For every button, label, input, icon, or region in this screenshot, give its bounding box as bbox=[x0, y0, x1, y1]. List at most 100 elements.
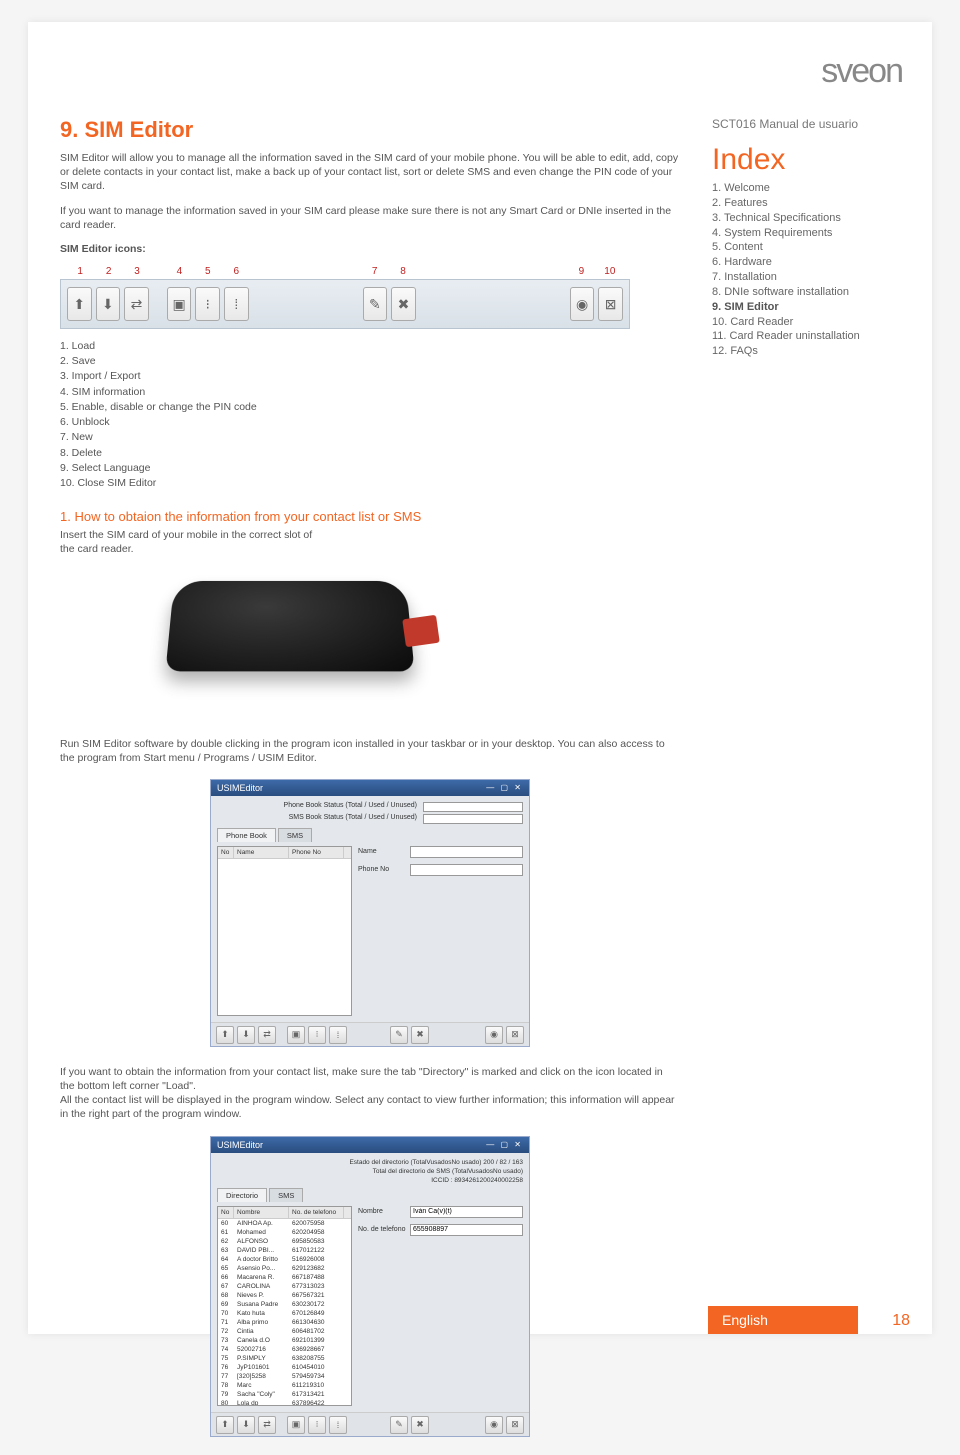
sim-info-icon: ▣ bbox=[167, 287, 192, 321]
pin-icon: ⁝ bbox=[308, 1026, 326, 1044]
name-field bbox=[410, 1206, 523, 1218]
language-icon: ◉ bbox=[485, 1416, 503, 1434]
legend-item: 5. Enable, disable or change the PIN cod… bbox=[60, 400, 680, 415]
unblock-icon: ⁞ bbox=[329, 1416, 347, 1434]
close-icon: ⊠ bbox=[506, 1026, 524, 1044]
toolbar-icons: ⬆ ⬇ ⇄ ▣ ⁝ ⁞ ✎ ✖ ◉ ⊠ bbox=[60, 279, 630, 329]
save-icon: ⬇ bbox=[237, 1026, 255, 1044]
obtain-info-text: If you want to obtain the information fr… bbox=[60, 1065, 680, 1122]
legend-item: 1. Load bbox=[60, 339, 680, 354]
legend-item: 9. Select Language bbox=[60, 461, 680, 476]
table-row: 76JyP101601610454010 bbox=[218, 1363, 351, 1372]
col-name: Nombre bbox=[234, 1207, 289, 1218]
new-icon: ✎ bbox=[363, 287, 388, 321]
sim-info-icon: ▣ bbox=[287, 1416, 305, 1434]
index-item[interactable]: 9. SIM Editor bbox=[712, 300, 902, 315]
table-row: 72Cintia606481702 bbox=[218, 1327, 351, 1336]
icon-num-4: 4 bbox=[165, 266, 193, 277]
legend-item: 8. Delete bbox=[60, 446, 680, 461]
main-content: 9. SIM Editor SIM Editor will allow you … bbox=[60, 117, 680, 1455]
index-item[interactable]: 3. Technical Specifications bbox=[712, 211, 902, 226]
delete-icon: ✖ bbox=[391, 287, 416, 321]
window-buttons-icon: — ▢ ✕ bbox=[486, 1140, 523, 1150]
section-para-2: If you want to manage the information sa… bbox=[60, 204, 680, 232]
icon-num-9: 9 bbox=[567, 266, 595, 277]
close-icon: ⊠ bbox=[506, 1416, 524, 1434]
save-icon: ⬇ bbox=[96, 287, 121, 321]
index-item[interactable]: 10. Card Reader bbox=[712, 315, 902, 330]
iccid-line: ICCID : 8934261200240002258 bbox=[217, 1177, 523, 1184]
legend-item: 10. Close SIM Editor bbox=[60, 476, 680, 491]
tab-sms: SMS bbox=[278, 828, 312, 842]
index-item[interactable]: 5. Content bbox=[712, 240, 902, 255]
save-icon: ⬇ bbox=[237, 1416, 255, 1434]
table-row: 71Alba primo661304630 bbox=[218, 1318, 351, 1327]
sms-status-line: Total del directorio de SMS (TotalVusado… bbox=[217, 1168, 523, 1175]
toolbar-row: ⬆ ⬇ ⇄ ▣ ⁝ ⁞ ✎ ✖ ◉ ⊠ bbox=[211, 1412, 529, 1436]
status-line: Estado del directorio (TotalVusadosNo us… bbox=[217, 1159, 523, 1166]
legend-item: 3. Import / Export bbox=[60, 369, 680, 384]
index-item[interactable]: 7. Installation bbox=[712, 270, 902, 285]
icon-num-6: 6 bbox=[222, 266, 250, 277]
index-item[interactable]: 11. Card Reader uninstallation bbox=[712, 329, 902, 344]
index-item[interactable]: 2. Features bbox=[712, 196, 902, 211]
new-icon: ✎ bbox=[390, 1026, 408, 1044]
icon-num-5: 5 bbox=[194, 266, 222, 277]
import-export-icon: ⇄ bbox=[258, 1026, 276, 1044]
load-icon: ⬆ bbox=[67, 287, 92, 321]
index-sidebar: SCT016 Manual de usuario Index 1. Welcom… bbox=[712, 117, 902, 359]
window-title: USIMEditor bbox=[217, 783, 263, 793]
table-row: 61Mohamed620204958 bbox=[218, 1228, 351, 1237]
close-icon: ⊠ bbox=[598, 287, 623, 321]
language-icon: ◉ bbox=[485, 1026, 503, 1044]
table-row: 73Canela d.O692101399 bbox=[218, 1336, 351, 1345]
table-row: 65Asensio Po...629123682 bbox=[218, 1264, 351, 1273]
new-icon: ✎ bbox=[390, 1416, 408, 1434]
delete-icon: ✖ bbox=[411, 1416, 429, 1434]
contact-list-empty: No Name Phone No bbox=[217, 846, 352, 1016]
subsection-title: 1. How to obtaion the information from y… bbox=[60, 509, 680, 524]
language-icon: ◉ bbox=[570, 287, 595, 321]
icons-label: SIM Editor icons: bbox=[60, 242, 680, 256]
name-field bbox=[410, 846, 523, 858]
table-row: 7452002716636928667 bbox=[218, 1345, 351, 1354]
manual-title: SCT016 Manual de usuario bbox=[712, 117, 902, 131]
table-row: 66Macarena R.667187488 bbox=[218, 1273, 351, 1282]
icon-num-7: 7 bbox=[360, 266, 388, 277]
page: sveon SCT016 Manual de usuario Index 1. … bbox=[28, 22, 932, 1334]
toolbar-row: ⬆ ⬇ ⇄ ▣ ⁝ ⁞ ✎ ✖ ◉ ⊠ bbox=[211, 1022, 529, 1046]
load-icon: ⬆ bbox=[216, 1416, 234, 1434]
phone-label: No. de telefono bbox=[358, 1226, 406, 1233]
icon-num-10: 10 bbox=[596, 266, 624, 277]
section-para-1: SIM Editor will allow you to manage all … bbox=[60, 151, 680, 194]
table-row: 67CAROLINA677313023 bbox=[218, 1282, 351, 1291]
table-row: 79Sacha "Coly"617313421 bbox=[218, 1390, 351, 1399]
run-software-text: Run SIM Editor software by double clicki… bbox=[60, 737, 680, 765]
sms-status-field bbox=[423, 814, 523, 824]
phonebook-status-label: Phone Book Status (Total / Used / Unused… bbox=[284, 802, 417, 812]
table-row: 78Marc611219310 bbox=[218, 1381, 351, 1390]
sim-card-icon bbox=[402, 614, 440, 646]
name-label: Nombre bbox=[358, 1208, 406, 1215]
table-row: 75P.SIMPLY638208755 bbox=[218, 1354, 351, 1363]
insert-sim-text: Insert the SIM card of your mobile in th… bbox=[60, 528, 360, 556]
index-item[interactable]: 8. DNIe software installation bbox=[712, 285, 902, 300]
footer-page-number: 18 bbox=[892, 1312, 910, 1330]
index-item[interactable]: 12. FAQs bbox=[712, 344, 902, 359]
index-item[interactable]: 6. Hardware bbox=[712, 255, 902, 270]
import-export-icon: ⇄ bbox=[258, 1416, 276, 1434]
legend-item: 4. SIM information bbox=[60, 385, 680, 400]
index-item[interactable]: 1. Welcome bbox=[712, 181, 902, 196]
window-title: USIMEditor bbox=[217, 1140, 263, 1150]
sim-info-icon: ▣ bbox=[287, 1026, 305, 1044]
footer-language: English bbox=[708, 1306, 858, 1334]
phone-field bbox=[410, 864, 523, 876]
tab-phonebook: Phone Book bbox=[217, 828, 276, 842]
window-buttons-icon: — ▢ ✕ bbox=[486, 783, 523, 793]
unblock-icon: ⁞ bbox=[329, 1026, 347, 1044]
col-phone: No. de telefono bbox=[289, 1207, 344, 1218]
index-item[interactable]: 4. System Requirements bbox=[712, 226, 902, 241]
table-row: 64A doctor Britto516926008 bbox=[218, 1255, 351, 1264]
tab-directory: Directorio bbox=[217, 1188, 267, 1202]
table-row: 62ALFONSO695850583 bbox=[218, 1237, 351, 1246]
